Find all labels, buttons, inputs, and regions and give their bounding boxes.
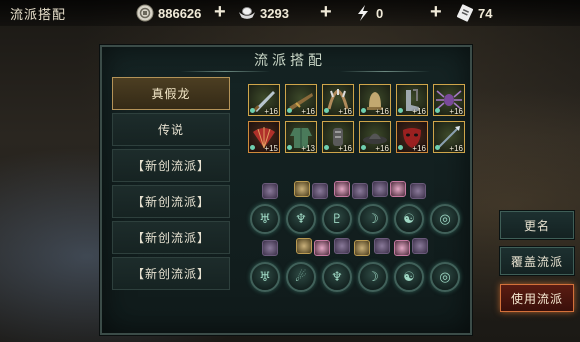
ticket-count: 74 bbox=[478, 5, 493, 21]
shikigami-portrait bbox=[372, 181, 388, 197]
wind-rune-icon: ☄ bbox=[295, 269, 307, 285]
shikigami-portrait bbox=[354, 240, 370, 256]
shikigami-portrait bbox=[294, 181, 310, 197]
title-divider-left bbox=[180, 71, 270, 72]
shikigami-portrait bbox=[262, 240, 278, 256]
school-item-0[interactable]: 真假龙 bbox=[112, 77, 230, 110]
shikigami-portrait bbox=[334, 181, 350, 197]
use-school-button[interactable]: 使用流派 bbox=[500, 284, 574, 312]
equipment-level: +16 bbox=[264, 107, 278, 116]
shikigami-portrait bbox=[410, 183, 426, 199]
shikigami-portrait bbox=[262, 183, 278, 199]
equipment-slot[interactable]: +16 bbox=[322, 121, 354, 153]
wind-rune-icon: ☽ bbox=[367, 211, 379, 227]
equipment-slot[interactable]: +16 bbox=[433, 84, 465, 116]
equipment-level: +16 bbox=[412, 107, 426, 116]
overwrite-school-button[interactable]: 覆盖流派 bbox=[500, 247, 574, 275]
add-coin-button[interactable]: + bbox=[214, 1, 226, 24]
equipment-level: +16 bbox=[449, 107, 463, 116]
school-item-4[interactable]: 【新创流派】 bbox=[112, 221, 230, 254]
title-divider-right bbox=[340, 71, 430, 72]
wind-rune-icon: ◎ bbox=[439, 269, 451, 285]
equipment-level: +16 bbox=[375, 144, 389, 153]
shikigami-slot[interactable]: ♅ bbox=[250, 262, 280, 292]
add-ingot-button[interactable]: + bbox=[320, 1, 332, 24]
ticket-icon bbox=[456, 4, 474, 22]
equipment-slot[interactable]: +16 bbox=[359, 121, 391, 153]
stamina-count: 0 bbox=[376, 5, 384, 21]
equipment-level: +16 bbox=[375, 107, 389, 116]
wind-rune-icon: ◎ bbox=[439, 211, 451, 227]
equipment-level: +16 bbox=[338, 107, 352, 116]
equipment-level: +15 bbox=[264, 144, 278, 153]
equipment-slot[interactable]: +16 bbox=[285, 84, 317, 116]
shikigami-slot[interactable]: ☄ bbox=[286, 262, 316, 292]
school-item-1[interactable]: 传说 bbox=[112, 113, 230, 146]
shikigami-portrait bbox=[334, 238, 350, 254]
equipment-slot[interactable]: +13 bbox=[285, 121, 317, 153]
shikigami-slot[interactable]: ☯ bbox=[394, 204, 424, 234]
shikigami-slot[interactable]: ◎ bbox=[430, 204, 460, 234]
shikigami-portrait bbox=[296, 238, 312, 254]
equipment-slot[interactable]: +15 bbox=[248, 121, 280, 153]
wind-rune-icon: ☯ bbox=[403, 269, 415, 285]
shikigami-slot[interactable]: ♅ bbox=[250, 204, 280, 234]
wind-rune-icon: ☽ bbox=[367, 269, 379, 285]
wind-rune-icon: ♇ bbox=[331, 211, 343, 227]
shikigami-slot[interactable]: ◎ bbox=[430, 262, 460, 292]
top-bar bbox=[0, 0, 580, 26]
shikigami-slot[interactable]: ♆ bbox=[286, 204, 316, 234]
equipment-slot[interactable]: +16 bbox=[322, 84, 354, 116]
school-item-2[interactable]: 【新创流派】 bbox=[112, 149, 230, 182]
shikigami-portrait bbox=[312, 183, 328, 199]
shikigami-portrait bbox=[394, 240, 410, 256]
equipment-slot[interactable]: +16 bbox=[396, 84, 428, 116]
shikigami-slot[interactable]: ☯ bbox=[394, 262, 424, 292]
equipment-slot[interactable]: +16 bbox=[248, 84, 280, 116]
panel-title: 流派搭配 bbox=[254, 53, 326, 69]
equipment-level: +16 bbox=[449, 144, 463, 153]
shikigami-portrait bbox=[352, 183, 368, 199]
equipment-slot[interactable]: +16 bbox=[359, 84, 391, 116]
coin-icon bbox=[136, 4, 154, 22]
equipment-level: +16 bbox=[301, 107, 315, 116]
equipment-level: +16 bbox=[412, 144, 426, 153]
page-title: 流派搭配 bbox=[10, 8, 67, 23]
equipment-slot[interactable]: +16 bbox=[396, 121, 428, 153]
shikigami-slot[interactable]: ♇ bbox=[322, 204, 352, 234]
stamina-icon bbox=[354, 4, 372, 22]
shikigami-slot[interactable]: ♆ bbox=[322, 262, 352, 292]
shikigami-portrait bbox=[314, 240, 330, 256]
wind-rune-icon: ♅ bbox=[259, 269, 271, 285]
shikigami-portrait bbox=[390, 181, 406, 197]
wind-rune-icon: ♆ bbox=[295, 211, 307, 227]
ticket-resource: 74 bbox=[456, 3, 492, 23]
equipment-slot[interactable]: +16 bbox=[433, 121, 465, 153]
school-item-5[interactable]: 【新创流派】 bbox=[112, 257, 230, 290]
coin-count: 886626 bbox=[158, 5, 202, 21]
shikigami-portrait bbox=[374, 238, 390, 254]
add-stamina-button[interactable]: + bbox=[430, 1, 442, 24]
shikigami-slot[interactable]: ☽ bbox=[358, 262, 388, 292]
wind-rune-icon: ♆ bbox=[331, 269, 343, 285]
coin-resource: 886626 bbox=[136, 3, 201, 23]
school-label: 【新创流派】 bbox=[131, 231, 210, 245]
stamina-resource: 0 bbox=[354, 3, 383, 23]
school-label: 【新创流派】 bbox=[131, 159, 210, 173]
wind-rune-icon: ♅ bbox=[259, 211, 271, 227]
ingot-resource: 3293 bbox=[238, 3, 289, 23]
school-label: 【新创流派】 bbox=[131, 267, 210, 281]
school-item-3[interactable]: 【新创流派】 bbox=[112, 185, 230, 218]
rename-button[interactable]: 更名 bbox=[500, 211, 574, 239]
wind-rune-icon: ☯ bbox=[403, 211, 415, 227]
equipment-level: +16 bbox=[338, 144, 352, 153]
shikigami-slot[interactable]: ☽ bbox=[358, 204, 388, 234]
equipment-level: +13 bbox=[301, 144, 315, 153]
school-label: 真假龙 bbox=[151, 87, 191, 101]
ingot-count: 3293 bbox=[260, 5, 289, 21]
shikigami-portrait bbox=[412, 238, 428, 254]
school-label: 【新创流派】 bbox=[131, 195, 210, 209]
school-label: 传说 bbox=[157, 123, 184, 137]
ingot-icon bbox=[238, 4, 256, 22]
